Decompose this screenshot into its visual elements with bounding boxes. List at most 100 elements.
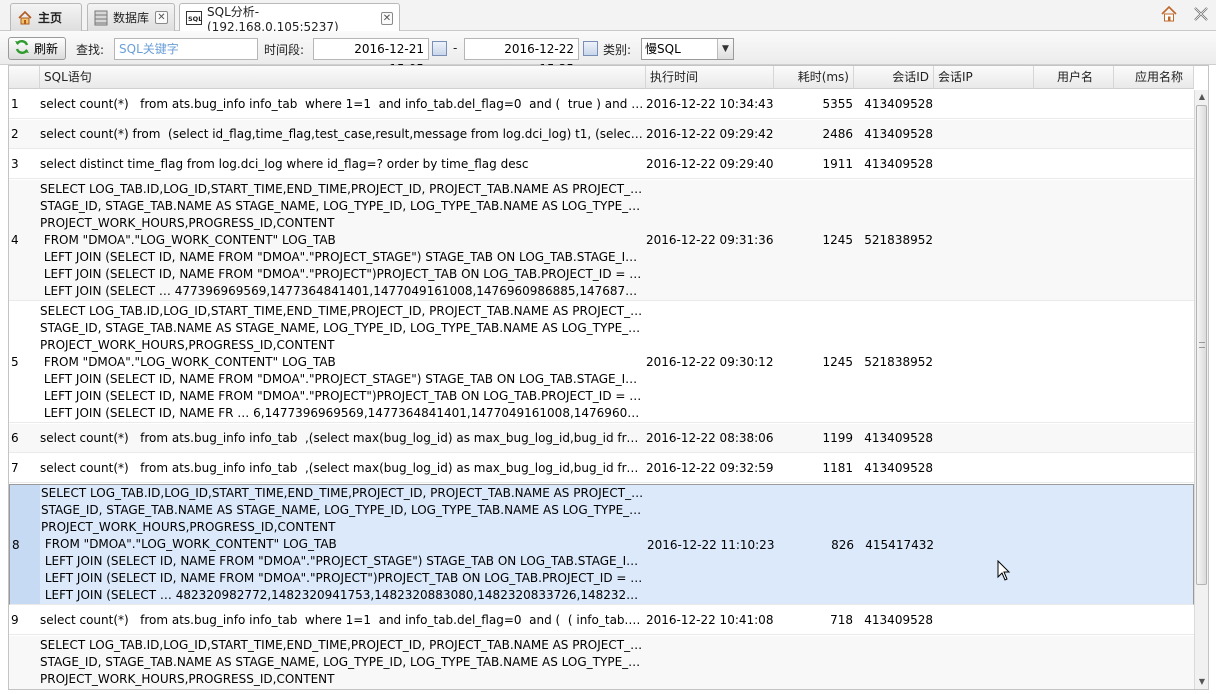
table-row[interactable]: 9 select count(*) from ats.bug_info info_…: [9, 606, 1194, 635]
date-separator: -: [453, 41, 458, 55]
header-session-id[interactable]: 会话ID: [854, 66, 934, 89]
category-select[interactable]: 慢SQL ▼: [641, 38, 734, 60]
sql-line: PROJECT_WORK_HOURS,PROGRESS_ID,CONTENT: [40, 337, 335, 352]
sql-line: LEFT JOIN (SELECT ID, NAME FROM "DMOA"."…: [40, 266, 642, 281]
sql-cell: SELECT LOG_TAB.ID,LOG_ID,START_TIME,END_…: [41, 485, 645, 604]
tab-sql-analysis-label: SQL分析-(192.168.0.105:5237): [207, 4, 339, 34]
sql-line: LEFT JOIN (SELECT ID, NAME FROM "DMOA"."…: [41, 571, 643, 585]
sql-line: STAGE_ID, STAGE_TAB.NAME AS STAGE_NAME, …: [40, 654, 644, 669]
row-index: 2: [11, 127, 19, 141]
sql-line: FROM "DMOA"."LOG_WORK_CONTENT" LOG_TAB: [41, 537, 337, 551]
home-icon: [17, 10, 33, 26]
exec-time-cell: 2016-12-22 10:34:43: [646, 97, 774, 111]
session-id-cell: 521838952: [864, 355, 933, 369]
sql-line: SELECT LOG_TAB.ID,LOG_ID,START_TIME,END_…: [40, 303, 644, 318]
table-row[interactable]: 8 SELECT LOG_TAB.ID,LOG_ID,START_TIME,END…: [9, 484, 1194, 605]
refresh-label: 刷新: [34, 42, 59, 56]
home-icon[interactable]: [1160, 5, 1178, 23]
header-index: [9, 66, 40, 89]
session-id-cell: 415417432: [865, 537, 934, 552]
exec-time-cell: 2016-12-22 10:41:08: [646, 613, 774, 627]
search-input[interactable]: SQL关键字: [114, 38, 258, 60]
sql-line: select count(*) from ats.bug_info info_t…: [40, 460, 644, 475]
header-session-ip[interactable]: 会话IP: [934, 66, 1034, 89]
date-from-field[interactable]: 2016-12-21 15:05: [313, 38, 429, 76]
header-duration[interactable]: 耗时(ms): [774, 66, 854, 89]
sql-cell: SELECT LOG_TAB.ID,LOG_ID,START_TIME,END_…: [40, 302, 644, 422]
session-id-cell: 413409528: [864, 127, 933, 141]
row-index: 8: [10, 485, 40, 604]
sql-line: select count(*) from ats.bug_info info_t…: [40, 430, 644, 445]
session-id-cell: 413409528: [864, 461, 933, 475]
refresh-button[interactable]: 刷新: [8, 37, 66, 60]
sql-line: LEFT JOIN (SELECT ID, NAME FROM "DMOA"."…: [40, 371, 644, 386]
sql-line: SELECT LOG_TAB.ID,LOG_ID,START_TIME,END_…: [40, 181, 644, 196]
tab-home[interactable]: 主页: [10, 3, 82, 31]
sql-line: FROM "DMOA"."LOG_WORK_CONTENT" LOG_TAB: [40, 232, 336, 247]
sql-cell: select count(*) from ats.bug_info info_t…: [40, 606, 644, 634]
mouse-cursor-icon: [997, 560, 1011, 581]
duration-cell: 1181: [822, 461, 853, 475]
chevron-down-icon[interactable]: ▼: [717, 39, 733, 59]
exec-time-cell: [646, 636, 776, 689]
sql-line: LEFT JOIN (SELECT ID, NAME FROM "DMOA"."…: [41, 554, 645, 568]
sql-line: select count(*) from (select id_flag,tim…: [40, 126, 644, 141]
session-id-cell: 413409528: [864, 613, 933, 627]
tab-sql-analysis[interactable]: SQL SQL分析-(192.168.0.105:5237) ✕: [179, 3, 400, 34]
sql-line: PROJECT_WORK_HOURS,PROGRESS_ID,CONTENT: [40, 215, 335, 230]
close-icon[interactable]: ✕: [380, 11, 393, 25]
scroll-down-icon[interactable]: ▼: [1195, 675, 1208, 689]
table-row[interactable]: 3 select distinct time_flag from log.dci_…: [9, 150, 1194, 179]
sql-line: LEFT JOIN (SELECT ID, NAME FR … 6,147739…: [40, 405, 644, 420]
search-label: 查找:: [76, 43, 105, 57]
tab-bar: 主页 数据库 ✕ SQL SQL分析-(192.168.0.105:5237) …: [0, 0, 1216, 34]
grid-body: 1 select count(*) from ats.bug_info info_…: [9, 90, 1194, 690]
scrollbar-thumb[interactable]: [1196, 105, 1207, 585]
sql-line: PROJECT_WORK_HOURS,PROGRESS_ID,CONTENT: [41, 520, 336, 534]
svg-text:SQL: SQL: [188, 15, 202, 23]
sql-cell: select count(*) from ats.bug_info info_t…: [40, 90, 644, 118]
header-exec-time[interactable]: 执行时间: [646, 66, 774, 89]
sql-line: STAGE_ID, STAGE_TAB.NAME AS STAGE_NAME, …: [41, 503, 645, 517]
table-row[interactable]: 4 SELECT LOG_TAB.ID,LOG_ID,START_TIME,END…: [9, 180, 1194, 301]
header-sql[interactable]: SQL语句: [40, 66, 646, 89]
close-icon[interactable]: ✕: [155, 11, 168, 24]
sql-line: STAGE_ID, STAGE_TAB.NAME AS STAGE_NAME, …: [40, 198, 644, 213]
row-index: 5: [11, 355, 19, 369]
table-row[interactable]: 7 select count(*) from ats.bug_info info_…: [9, 454, 1194, 483]
session-id-cell: 413409528: [864, 431, 933, 445]
sql-cell: select count(*) from (select id_flag,tim…: [40, 120, 644, 148]
table-row[interactable]: 5 SELECT LOG_TAB.ID,LOG_ID,START_TIME,END…: [9, 302, 1194, 423]
sql-cell: select count(*) from ats.bug_info info_t…: [40, 424, 644, 452]
table-row[interactable]: 6 select count(*) from ats.bug_info info_…: [9, 424, 1194, 453]
row-index: 1: [11, 97, 19, 111]
date-to-field[interactable]: 2016-12-22 15:35: [464, 38, 579, 76]
sql-icon: SQL: [186, 11, 202, 25]
session-id-cell: 413409528: [864, 157, 933, 171]
table-row[interactable]: SELECT LOG_TAB.ID,LOG_ID,START_TIME,END_…: [9, 636, 1194, 690]
scroll-up-icon[interactable]: ▲: [1195, 90, 1208, 104]
sql-line: FROM "DMOA"."LOG_WORK_CONTENT" LOG_TAB: [40, 688, 644, 690]
exec-time-cell: 2016-12-22 08:38:06: [646, 431, 774, 445]
sql-line: select distinct time_flag from log.dci_l…: [40, 156, 529, 171]
duration-cell: 1911: [822, 157, 853, 171]
grid-header: SQL语句 执行时间 耗时(ms) 会话ID 会话IP 用户名 应用名称: [9, 66, 1194, 89]
header-app-name[interactable]: 应用名称: [1114, 66, 1194, 89]
table-row[interactable]: 1 select count(*) from ats.bug_info info_…: [9, 90, 1194, 119]
row-index: 9: [11, 613, 19, 627]
row-index: 6: [11, 431, 19, 445]
calendar-icon[interactable]: [432, 41, 447, 56]
tab-home-label: 主页: [38, 11, 63, 25]
period-label: 时间段:: [264, 43, 305, 57]
session-id-cell: 521838952: [864, 233, 933, 247]
sql-cell: select distinct time_flag from log.dci_l…: [40, 150, 644, 178]
duration-cell: 5355: [822, 97, 853, 111]
row-index: 7: [11, 461, 19, 475]
header-username[interactable]: 用户名: [1034, 66, 1114, 89]
table-row[interactable]: 2 select count(*) from (select id_flag,ti…: [9, 120, 1194, 149]
calendar-icon[interactable]: [583, 41, 598, 56]
vertical-scrollbar[interactable]: ▲ ▼: [1194, 90, 1208, 689]
sql-line: select count(*) from ats.bug_info info_t…: [40, 96, 644, 111]
tab-database[interactable]: 数据库 ✕: [87, 3, 175, 31]
close-all-icon[interactable]: [1192, 5, 1210, 23]
